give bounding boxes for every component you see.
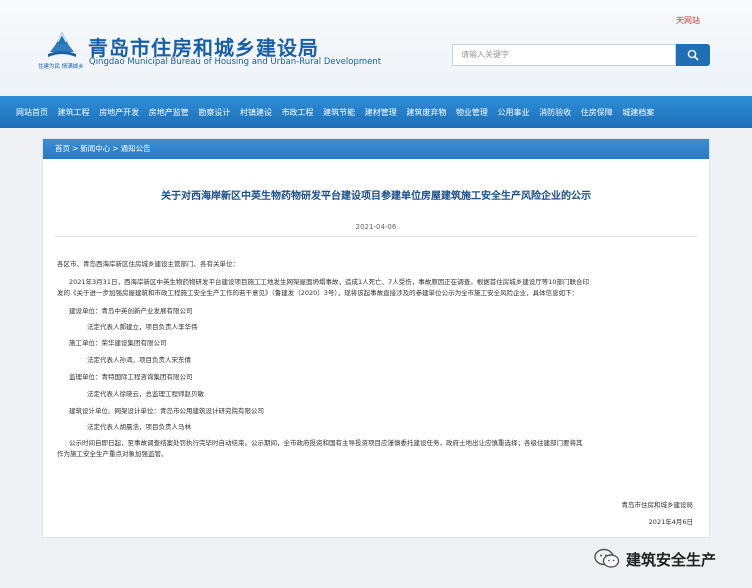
- nav-item[interactable]: 建筑节能: [323, 107, 355, 118]
- logo-icon: [48, 32, 76, 57]
- nav-item[interactable]: 物业管理: [456, 107, 488, 118]
- breadcrumb-news[interactable]: 新闻中心: [80, 144, 110, 153]
- search-button[interactable]: [676, 44, 710, 66]
- wechat-icon: [594, 548, 620, 568]
- article-line: 法定代表人郝建立，项目负责人李华伟: [87, 323, 198, 331]
- nav-item[interactable]: 房地产开发: [99, 107, 139, 118]
- logo-slogan: 住建为民 情满城乡: [38, 64, 84, 70]
- main-nav: 网站首页 建筑工程 房地产开发 房地产监管 勘察设计 村镇建设 市政工程 建筑节能 建材管理 建筑…: [0, 96, 752, 128]
- article-line: 各区市、青岛西海岸新区住房城乡建设主管部门、各有关单位：: [57, 260, 239, 268]
- breadcrumb-home[interactable]: 首页: [55, 144, 70, 153]
- article-title: 关于对西海岸新区中英生物药物研发平台建设项目参建单位房屋建筑施工安全生产风险企业…: [161, 191, 591, 202]
- breadcrumb-separator: >: [112, 144, 119, 153]
- divider: [55, 236, 697, 237]
- breadcrumb-separator: >: [72, 144, 79, 153]
- article-line: 监理单位：青特国际工程咨询集团有限公司: [69, 373, 193, 381]
- article-line: 发的《关于进一步加强房屋建筑和市政工程施工安全生产工作的若干意见》（鲁建发〔20…: [57, 289, 579, 297]
- article-line: 2021年3月31日，西海岸新区中英生物药物研发平台建设项目施工工地发生网架屋面…: [69, 278, 589, 286]
- article-line: 法定代表人徐晓云，总监理工程师赵贝敏: [87, 390, 204, 398]
- site-header: 天网站 住建为民 情满城乡 青岛市住房和城乡建设局 Qingdao Munici…: [0, 0, 752, 96]
- article-line: 施工单位：荣华建设集团有限公司: [69, 339, 167, 347]
- watermark-text: 建筑安全生产: [626, 550, 717, 569]
- article-line: 作为施工安全生产重点对象加强监管。: [57, 450, 168, 458]
- article-line: 建设单位：青岛中英创新产业发展有限公司: [69, 307, 193, 315]
- breadcrumb: 首页 > 新闻中心 > 通知公告: [43, 139, 709, 159]
- site-title-en: Qingdao Municipal Bureau of Housing and …: [89, 57, 382, 67]
- top-link[interactable]: 天网站: [676, 15, 700, 26]
- signature-date: 2021年4月6日: [648, 518, 693, 526]
- nav-item[interactable]: 网站首页: [16, 107, 48, 118]
- breadcrumb-notices[interactable]: 通知公告: [121, 144, 151, 153]
- search-input[interactable]: 请输入关键字: [452, 44, 676, 66]
- nav-item[interactable]: 房地产监管: [149, 107, 189, 118]
- watermark: 建筑安全生产: [594, 547, 716, 571]
- nav-item[interactable]: 建材管理: [365, 107, 397, 118]
- nav-item[interactable]: 住房保障: [581, 107, 613, 118]
- search-icon: [687, 49, 699, 61]
- nav-item[interactable]: 市政工程: [282, 107, 314, 118]
- nav-item[interactable]: 消防验收: [539, 107, 571, 118]
- article-date: 2021-04-06: [355, 223, 397, 231]
- nav-item[interactable]: 建筑工程: [58, 107, 90, 118]
- nav-item[interactable]: 勘察设计: [198, 107, 230, 118]
- nav-item[interactable]: 公用事业: [498, 107, 530, 118]
- article-line: 法定代表人孙渴，项目负责人宋东倩: [87, 356, 191, 364]
- article-line: 公示时间自即日起，至事故调查结案处罚执行完毕时自动结束。公示期间，全市政府投资和…: [69, 439, 583, 447]
- nav-item[interactable]: 村镇建设: [240, 107, 272, 118]
- nav-item[interactable]: 建筑废弃物: [406, 107, 446, 118]
- article-line: 法定代表人胡晨浩，项目负责人马林: [87, 423, 191, 431]
- nav-item[interactable]: 城建档案: [622, 107, 654, 118]
- signature: 青岛市住房和城乡建设局: [621, 501, 694, 509]
- article-line: 建筑设计单位、网架设计单位：青岛市公用建筑设计研究院有限公司: [69, 407, 264, 415]
- article-card: 首页 > 新闻中心 > 通知公告 关于对西海岸新区中英生物药物研发平台建设项目参建单位房…: [42, 138, 710, 538]
